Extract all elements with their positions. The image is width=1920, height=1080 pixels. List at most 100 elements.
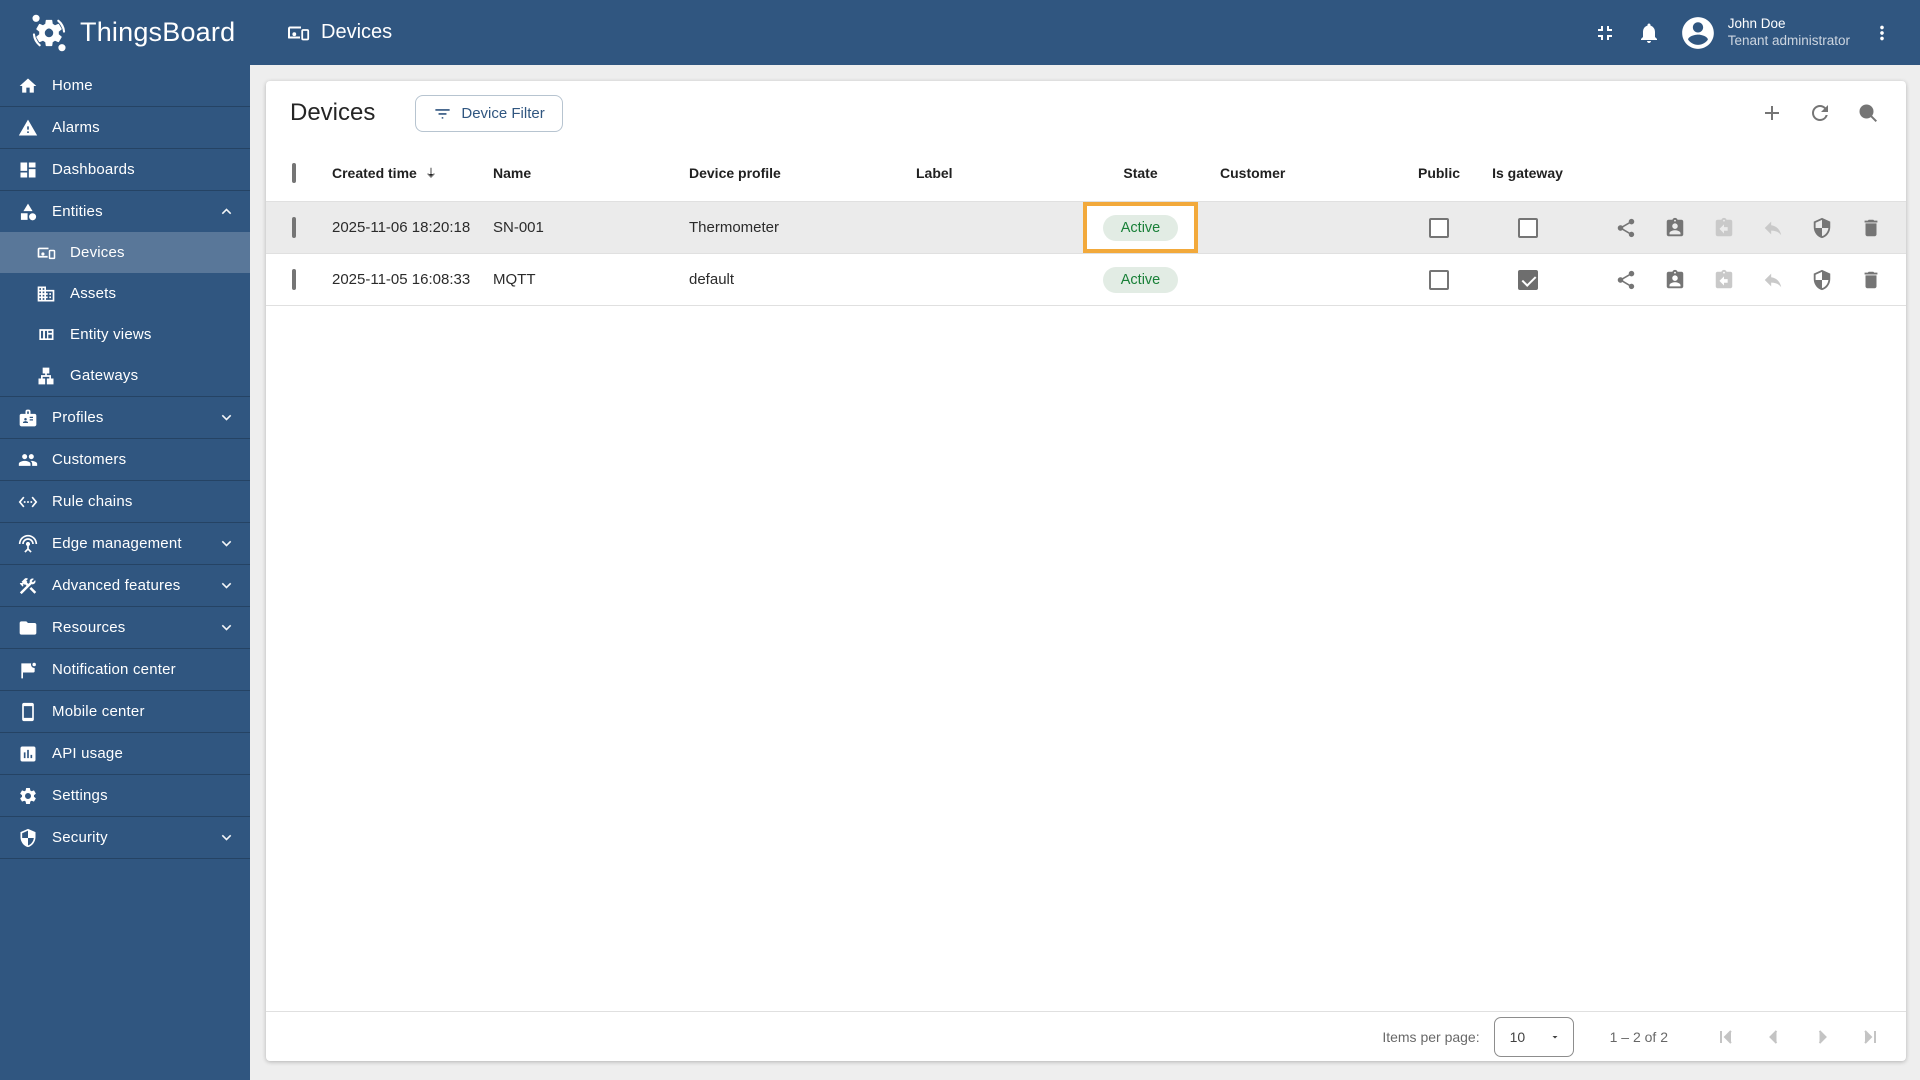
assign-to-customer-icon[interactable] <box>1664 217 1686 239</box>
column-header-is-gateway[interactable]: Is gateway <box>1465 165 1590 181</box>
sidebar-item-devices[interactable]: Devices <box>0 232 250 273</box>
user-role: Tenant administrator <box>1727 32 1850 48</box>
delete-icon[interactable] <box>1860 217 1882 239</box>
sidebar-item-edge-management[interactable]: Edge management <box>0 523 250 564</box>
filter-icon <box>433 104 452 123</box>
sidebar-item-settings[interactable]: Settings <box>0 775 250 816</box>
sidebar-item-label: Edge management <box>52 535 182 552</box>
unassign-from-customer-icon <box>1713 217 1735 239</box>
sidebar-item-rule-chains[interactable]: Rule chains <box>0 481 250 522</box>
logo[interactable]: ThingsBoard <box>0 12 250 54</box>
row-0-select-checkbox[interactable] <box>292 217 296 238</box>
items-per-page-label: Items per page: <box>1382 1028 1480 1045</box>
manage-credentials-icon[interactable] <box>1811 269 1833 291</box>
search-icon <box>1856 101 1880 125</box>
sidebar-item-label: Dashboards <box>52 161 135 178</box>
flag-icon <box>18 660 38 680</box>
sidebar-item-gateways[interactable]: Gateways <box>0 355 250 396</box>
row-1-gateway-checkbox[interactable] <box>1517 269 1538 290</box>
thingsboard-logo-icon <box>28 12 70 54</box>
items-per-page-select[interactable]: 10 <box>1493 1016 1574 1057</box>
refresh-icon <box>1808 101 1832 125</box>
unassign-from-customer-icon <box>1713 269 1735 291</box>
table-row[interactable]: 2025-11-05 16:08:33 MQTT default Active <box>266 254 1906 306</box>
fullscreen-exit-button[interactable] <box>1583 11 1627 55</box>
sidebar: Home Alarms Dashboards Entities Devices … <box>0 65 250 1080</box>
view-quilt-icon <box>36 325 56 345</box>
row-1-public-checkbox[interactable] <box>1429 269 1449 290</box>
fullscreen-exit-icon <box>1593 21 1617 45</box>
sidebar-item-resources[interactable]: Resources <box>0 607 250 648</box>
column-label: State <box>1123 165 1158 181</box>
sidebar-item-profiles[interactable]: Profiles <box>0 397 250 438</box>
row-0-public-checkbox[interactable] <box>1429 217 1449 238</box>
table-row[interactable]: 2025-11-06 18:20:18 SN-001 Thermometer A… <box>266 202 1906 254</box>
chevron-down-icon <box>217 576 236 595</box>
sidebar-item-advanced-features[interactable]: Advanced features <box>0 565 250 606</box>
more-menu-button[interactable] <box>1860 11 1904 55</box>
row-0-gateway-checkbox[interactable] <box>1517 217 1538 238</box>
sidebar-item-mobile-center[interactable]: Mobile center <box>0 691 250 732</box>
sidebar-item-label: Profiles <box>52 409 104 426</box>
breadcrumb: Devices <box>286 21 392 45</box>
topbar-actions: John Doe Tenant administrator <box>1583 11 1920 55</box>
search-button[interactable] <box>1848 93 1888 133</box>
table-header-row: Created time Name Device profile Label S… <box>266 145 1906 202</box>
sidebar-item-label: Alarms <box>52 119 100 136</box>
manage-credentials-icon[interactable] <box>1811 217 1833 239</box>
code-icon <box>18 492 38 512</box>
state-badge: Active <box>1102 266 1179 293</box>
sidebar-item-label: Security <box>52 829 108 846</box>
sidebar-item-entities[interactable]: Entities <box>0 191 250 232</box>
make-private-icon <box>1762 217 1784 239</box>
cell-device-profile: default <box>689 271 735 288</box>
user-menu[interactable]: John Doe Tenant administrator <box>1679 14 1850 52</box>
row-actions <box>1590 269 1882 291</box>
cell-created-time: 2025-11-05 16:08:33 <box>332 271 471 288</box>
warning-triangle-icon <box>18 118 38 138</box>
chevron-down-icon <box>217 618 236 637</box>
assign-to-customer-icon[interactable] <box>1664 269 1686 291</box>
page-title: Devices <box>290 99 376 126</box>
last-page-icon <box>1846 1017 1894 1057</box>
sidebar-item-api-usage[interactable]: API usage <box>0 733 250 774</box>
sidebar-item-label: Home <box>52 77 93 94</box>
sidebar-item-label: Notification center <box>52 661 176 678</box>
sidebar-item-alarms[interactable]: Alarms <box>0 107 250 148</box>
sidebar-item-notification-center[interactable]: Notification center <box>0 649 250 690</box>
column-label: Label <box>916 165 953 181</box>
cell-name: SN-001 <box>493 219 544 236</box>
sidebar-item-entity-views[interactable]: Entity views <box>0 314 250 355</box>
sidebar-item-label: Assets <box>70 285 117 302</box>
avatar <box>1679 14 1717 52</box>
delete-icon[interactable] <box>1860 269 1882 291</box>
column-header-state[interactable]: State <box>1083 145 1198 201</box>
device-filter-button[interactable]: Device Filter <box>415 94 563 132</box>
column-label: Is gateway <box>1492 165 1563 181</box>
column-header-created-time[interactable]: Created time <box>332 165 493 181</box>
share-icon[interactable] <box>1615 269 1637 291</box>
sidebar-item-assets[interactable]: Assets <box>0 273 250 314</box>
column-header-device-profile[interactable]: Device profile <box>689 165 916 181</box>
notifications-button[interactable] <box>1627 11 1671 55</box>
card-header-actions <box>1752 93 1888 133</box>
sidebar-item-home[interactable]: Home <box>0 65 250 106</box>
column-header-label[interactable]: Label <box>916 165 1083 181</box>
refresh-button[interactable] <box>1800 93 1840 133</box>
chevron-down-icon <box>217 534 236 553</box>
sidebar-item-dashboards[interactable]: Dashboards <box>0 149 250 190</box>
paginator: Items per page: 10 1 – 2 of 2 <box>266 1011 1906 1061</box>
column-header-public[interactable]: Public <box>1413 165 1465 181</box>
row-1-select-checkbox[interactable] <box>292 269 296 290</box>
sidebar-item-customers[interactable]: Customers <box>0 439 250 480</box>
column-header-customer[interactable]: Customer <box>1198 165 1413 181</box>
bell-icon <box>1637 21 1661 45</box>
select-all-checkbox[interactable] <box>292 163 296 183</box>
state-badge: Active <box>1102 214 1179 241</box>
sidebar-item-label: Entity views <box>70 326 152 343</box>
sidebar-item-security[interactable]: Security <box>0 817 250 858</box>
share-icon[interactable] <box>1615 217 1637 239</box>
devices-card: Devices Device Filter Created time Name … <box>266 81 1906 1061</box>
add-device-button[interactable] <box>1752 93 1792 133</box>
column-header-name[interactable]: Name <box>493 165 689 181</box>
